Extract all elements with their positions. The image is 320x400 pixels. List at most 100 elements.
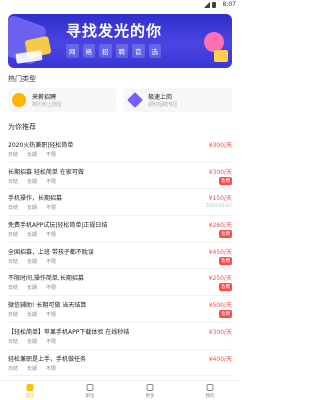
job-tag: 日结 bbox=[8, 338, 19, 345]
job-tag: 日结 bbox=[8, 312, 19, 319]
job-meta: 日结 长期 不限 bbox=[8, 311, 56, 318]
job-meta: 日结 长期 不限 bbox=[8, 338, 56, 345]
job-meta: 日结 长期 不限 bbox=[8, 204, 56, 211]
job-salary: ¥150/天 bbox=[208, 195, 232, 203]
banner-badge-icon bbox=[204, 32, 224, 52]
job-title: 免费手机APP试玩|轻松简单|正规日结 bbox=[8, 222, 108, 230]
banner-tags: 网 络 招 聘 首 选 bbox=[66, 44, 161, 58]
job-title: 微信辅助! 长期可做 当天结算 bbox=[8, 302, 87, 310]
job-salary: ¥250/天 bbox=[208, 275, 232, 283]
urgent-badge: 急聘 bbox=[219, 310, 232, 319]
job-title: 【轻松简单】苹果手机APP下载体验 在线秒结 bbox=[8, 328, 130, 336]
job-tag: 不限 bbox=[46, 365, 57, 372]
tab-profile[interactable]: 我的 bbox=[180, 381, 240, 400]
job-tag: 长期 bbox=[27, 312, 38, 319]
job-salary: ¥400/天 bbox=[208, 355, 232, 363]
job-tag: 不限 bbox=[46, 232, 57, 239]
job-salary: ¥450/天 bbox=[208, 248, 232, 256]
hot-types-title: 热门类型 bbox=[8, 75, 36, 83]
banner-tag: 网 bbox=[66, 44, 79, 58]
banner-tag: 招 bbox=[99, 44, 112, 58]
job-date: 2020-05-07 bbox=[205, 204, 232, 210]
battery-icon bbox=[212, 2, 216, 8]
user-icon bbox=[206, 384, 214, 391]
grid-icon bbox=[146, 384, 154, 391]
recommend-title: 为你推荐 bbox=[8, 123, 36, 131]
tab-label: 首页 bbox=[25, 394, 35, 399]
job-tag: 长期 bbox=[27, 205, 38, 212]
job-salary: ¥500/天 bbox=[208, 302, 232, 310]
banner-tag: 聘 bbox=[115, 44, 128, 58]
urgent-badge: 急聘 bbox=[219, 283, 232, 292]
banner-tag: 络 bbox=[82, 44, 95, 58]
job-tag: 不限 bbox=[46, 312, 57, 319]
job-item[interactable]: 【轻松简单】苹果手机APP下载体验 在线秒结 ¥300/天 日结 长期 不限 bbox=[8, 323, 232, 350]
job-tag: 长期 bbox=[27, 178, 38, 185]
job-title: 不限时间,操作简单,长期招募 bbox=[8, 275, 84, 283]
hot-type-name: 来薪招聘 bbox=[32, 94, 57, 101]
banner-title: 寻找发光的你 bbox=[66, 22, 163, 40]
urgent-badge: 急聘 bbox=[219, 256, 232, 265]
banner-tag: 首 bbox=[132, 44, 145, 58]
job-title: 轻松兼职是上手，手机做任务 bbox=[8, 355, 87, 363]
job-item[interactable]: 2020火热兼职|轻松简单 ¥300/天 日结 长期 不限 bbox=[8, 136, 232, 163]
urgent-badge: 急聘 bbox=[219, 176, 232, 185]
job-tag: 不限 bbox=[46, 258, 57, 265]
status-bar: 8:07 bbox=[0, 0, 240, 12]
hot-types-row: 来薪招聘 简历秒上岗位 极速上岗 即时招聘专区 bbox=[8, 88, 232, 112]
coin-icon bbox=[12, 93, 26, 107]
job-title: 2020火热兼职|轻松简单 bbox=[8, 142, 74, 149]
briefcase-icon bbox=[86, 384, 94, 391]
urgent-badge: 急聘 bbox=[219, 230, 232, 239]
status-icons bbox=[204, 2, 216, 8]
hot-type-card-1[interactable]: 极速上岗 即时招聘专区 bbox=[124, 88, 232, 112]
job-tag: 日结 bbox=[8, 205, 19, 212]
job-tag: 长期 bbox=[27, 232, 38, 239]
home-icon bbox=[26, 384, 34, 391]
job-tag: 长期 bbox=[27, 258, 38, 265]
banner-tag: 选 bbox=[148, 44, 161, 58]
hot-type-subtitle: 简历秒上岗位 bbox=[32, 102, 63, 108]
job-tag: 日结 bbox=[8, 232, 19, 239]
job-tag: 日结 bbox=[8, 178, 19, 185]
hot-type-subtitle: 即时招聘专区 bbox=[148, 102, 179, 108]
job-item[interactable]: 手机操作，长期招募 ¥150/天 日结 长期 不限 2020-05-07 bbox=[8, 189, 232, 217]
tab-label: 职位 bbox=[85, 394, 95, 399]
job-item[interactable]: 全国招募，上班 带孩子都不耽误 ¥450/天 日结 长期 不限 急聘 bbox=[8, 243, 232, 270]
tab-home[interactable]: 首页 bbox=[0, 381, 60, 400]
job-tag: 不限 bbox=[46, 152, 57, 158]
job-item[interactable]: 轻松兼职是上手，手机做任务 ¥400/天 日结 长期 不限 bbox=[8, 350, 232, 377]
job-meta: 日结 长期 不限 bbox=[8, 258, 56, 265]
banner[interactable]: 寻找发光的你 网 络 招 聘 首 选 bbox=[8, 14, 232, 68]
job-meta: 日结 长期 不限 bbox=[8, 231, 56, 238]
job-tag: 日结 bbox=[8, 258, 19, 265]
job-item[interactable]: 免费手机APP试玩|轻松简单|正规日结 ¥260/天 日结 长期 不限 急聘 bbox=[8, 216, 232, 243]
diamond-icon bbox=[127, 92, 143, 108]
banner-box-icon bbox=[214, 50, 228, 62]
job-tag: 不限 bbox=[46, 285, 57, 292]
job-tag: 日结 bbox=[8, 152, 19, 158]
tab-label: 我的 bbox=[205, 394, 215, 399]
job-tag: 不限 bbox=[46, 205, 57, 212]
job-meta: 日结 长期 不限 bbox=[8, 365, 56, 372]
job-meta: 日结 长期 不限 bbox=[8, 151, 56, 158]
status-time: 8:07 bbox=[222, 1, 236, 8]
tab-jobs[interactable]: 职位 bbox=[60, 381, 120, 400]
job-tag: 不限 bbox=[46, 178, 57, 185]
job-tag: 长期 bbox=[27, 285, 38, 292]
job-item[interactable]: 不限时间,操作简单,长期招募 ¥250/天 日结 长期 不限 急聘 bbox=[8, 269, 232, 297]
job-tag: 长期 bbox=[27, 152, 38, 158]
tab-bar: 首页 职位 更多 我的 bbox=[0, 380, 240, 400]
job-item[interactable]: 微信辅助! 长期可做 当天结算 ¥500/天 日结 长期 不限 急聘 bbox=[8, 296, 232, 323]
job-tag: 不限 bbox=[46, 338, 57, 345]
job-title: 全国招募，上班 带孩子都不耽误 bbox=[8, 248, 94, 256]
job-salary: ¥300/天 bbox=[208, 328, 232, 336]
job-item[interactable]: 长期招募 轻松简单 在家可做 ¥300/天 日结 长期 不限 急聘 bbox=[8, 163, 232, 190]
job-tag: 长期 bbox=[27, 338, 38, 345]
hot-type-card-0[interactable]: 来薪招聘 简历秒上岗位 bbox=[8, 88, 116, 112]
job-tag: 日结 bbox=[8, 365, 19, 372]
tab-more[interactable]: 更多 bbox=[120, 381, 180, 400]
job-tag: 日结 bbox=[8, 285, 19, 292]
job-list: 2020火热兼职|轻松简单 ¥300/天 日结 长期 不限 长期招募 轻松简单 … bbox=[8, 136, 232, 377]
job-meta: 日结 长期 不限 bbox=[8, 284, 56, 291]
